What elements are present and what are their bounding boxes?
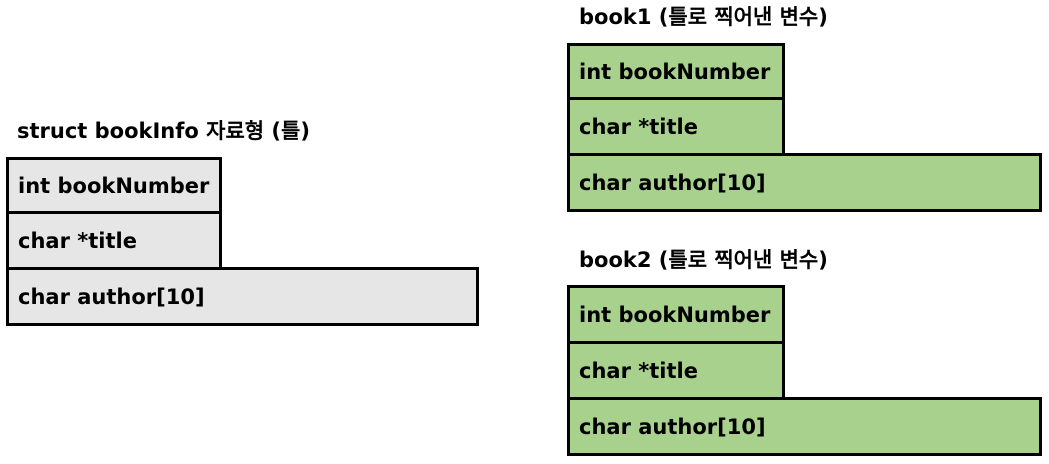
struct-field-book-number: int bookNumber xyxy=(6,157,222,214)
book1-caption: book1 (틀로 찍어낸 변수) xyxy=(579,5,828,29)
book2-caption: book2 (틀로 찍어낸 변수) xyxy=(579,248,828,272)
book1-field-title: char *title xyxy=(567,97,785,156)
book1-field-author: char author[10] xyxy=(567,153,1042,212)
book2-field-book-number: int bookNumber xyxy=(567,285,785,344)
struct-field-title: char *title xyxy=(6,211,222,270)
book2-field-author: char author[10] xyxy=(567,397,1042,456)
book2-field-title: char *title xyxy=(567,341,785,400)
book1-field-book-number: int bookNumber xyxy=(567,43,785,100)
struct-template-caption: struct bookInfo 자료형 (틀) xyxy=(17,119,310,143)
struct-field-author: char author[10] xyxy=(6,267,479,326)
